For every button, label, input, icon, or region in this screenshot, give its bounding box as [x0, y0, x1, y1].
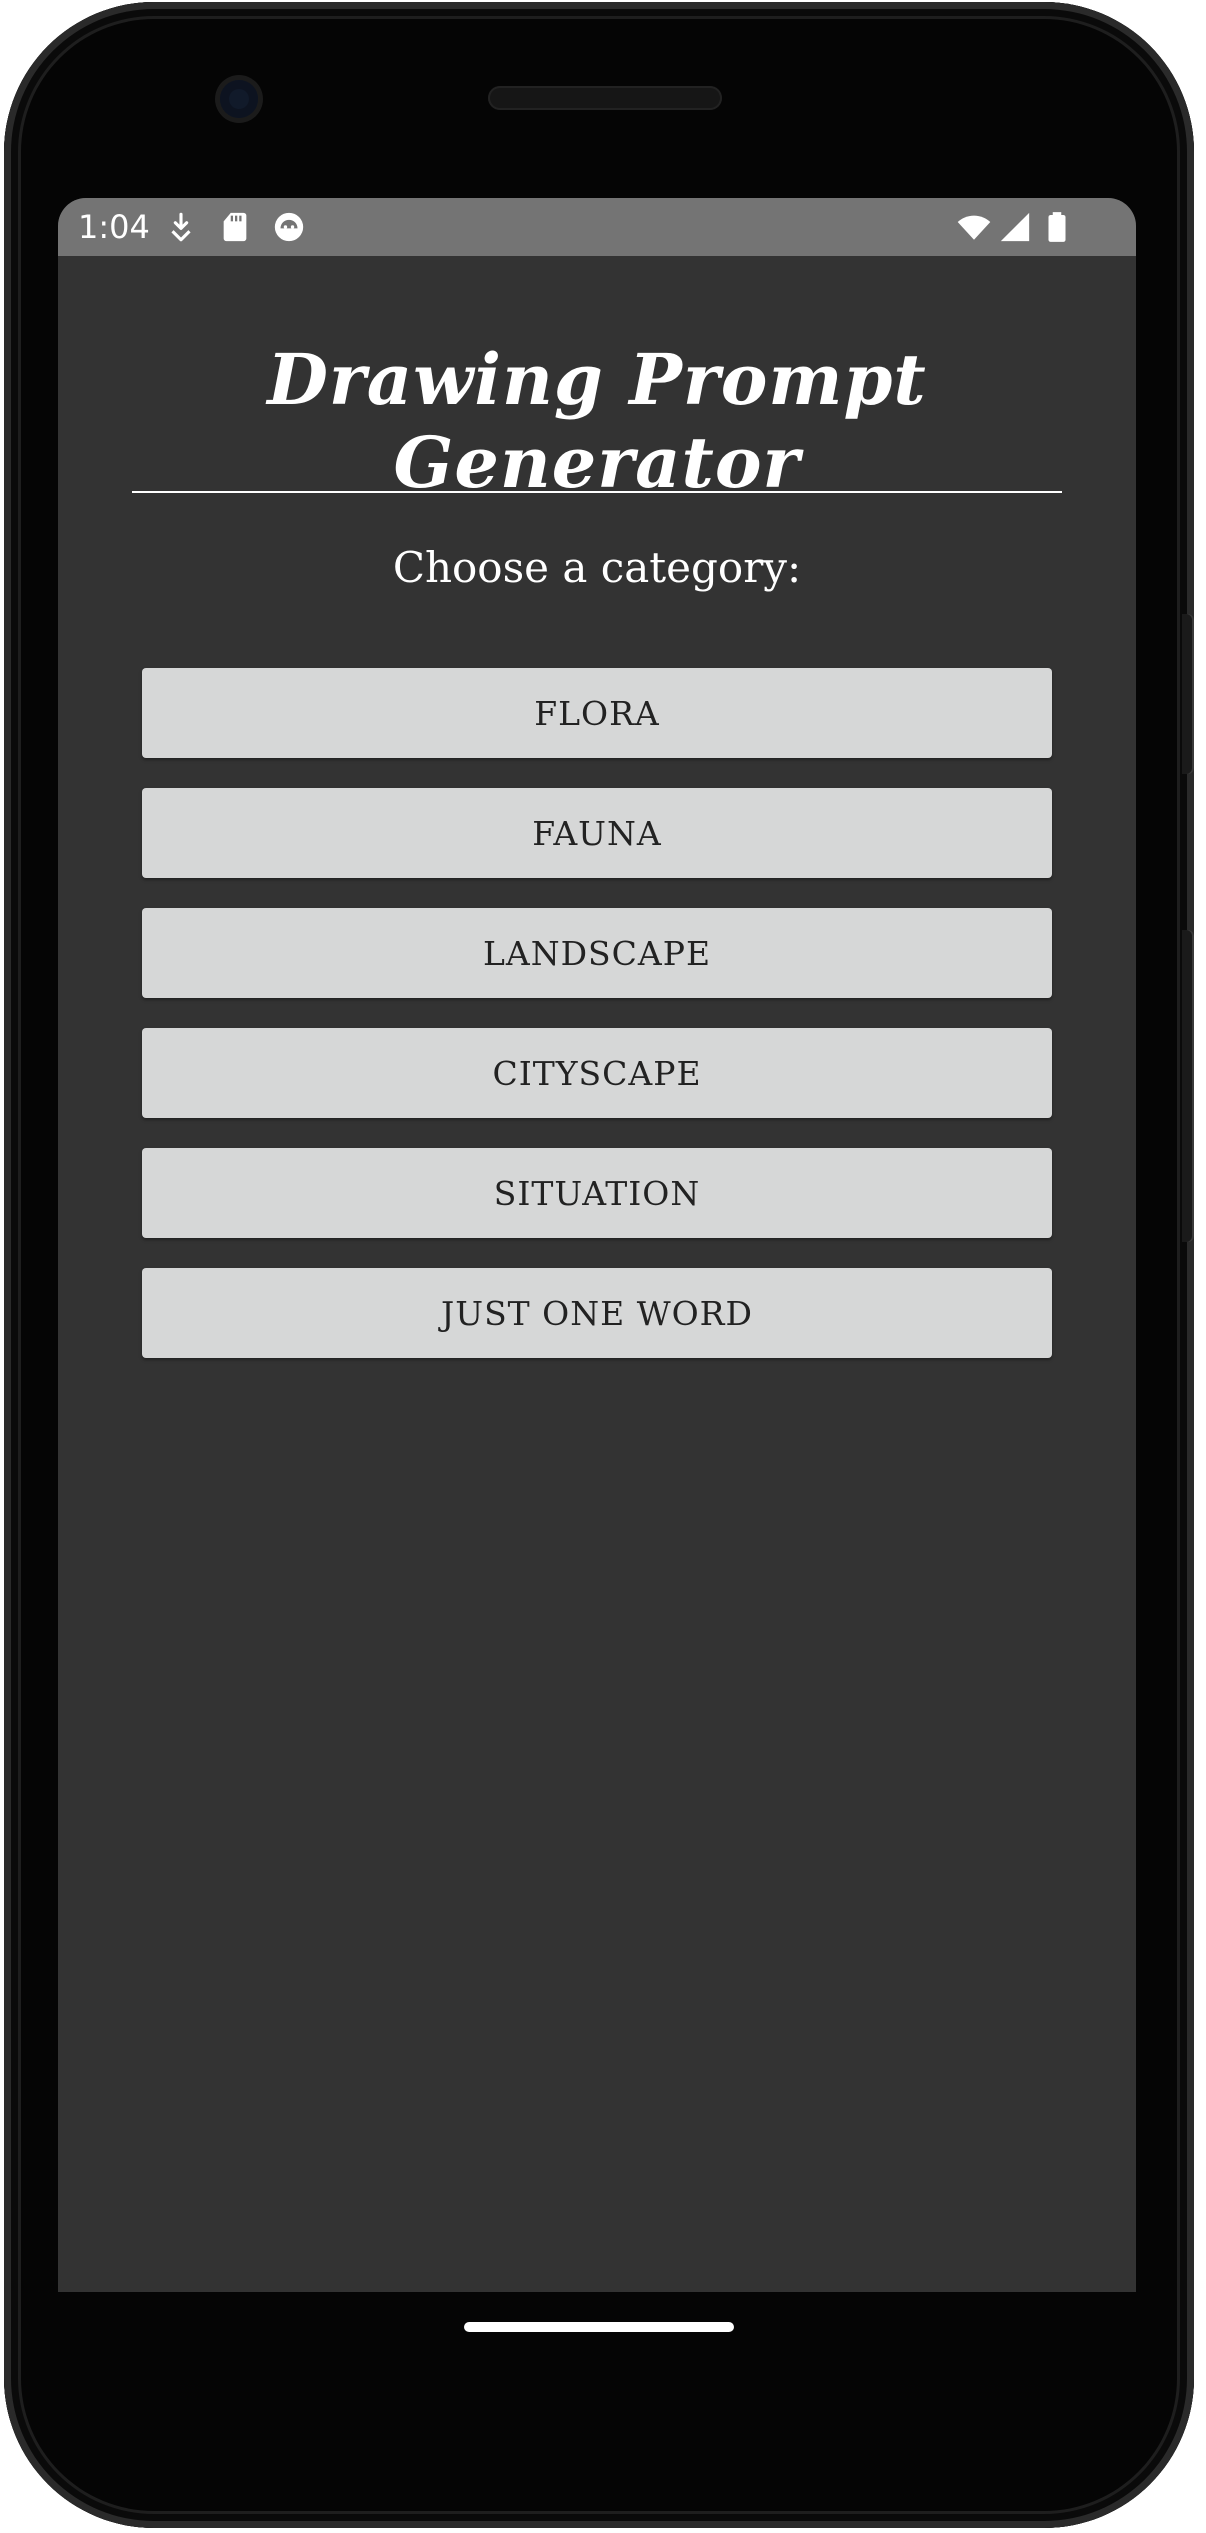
- landscape-button[interactable]: LANDSCAPE: [142, 908, 1052, 998]
- category-list: FLORA FAUNA LANDSCAPE CITYSCAPE SITUATIO…: [142, 668, 1052, 1388]
- power-button[interactable]: [1182, 614, 1194, 774]
- fauna-button[interactable]: FAUNA: [142, 788, 1052, 878]
- volume-button[interactable]: [1182, 930, 1194, 1242]
- app-title: Drawing Prompt Generator: [267, 338, 927, 504]
- status-time: 1:04: [78, 208, 150, 246]
- front-camera: [220, 80, 258, 118]
- app-notification-icon: [272, 210, 306, 244]
- sd-card-icon: [218, 210, 252, 244]
- navigation-bar: [58, 2292, 1136, 2392]
- just-one-word-button[interactable]: JUST ONE WORD: [142, 1268, 1052, 1358]
- category-prompt: Choose a category:: [392, 543, 802, 592]
- earpiece-speaker: [488, 86, 722, 110]
- home-gesture-handle[interactable]: [464, 2322, 734, 2332]
- title-divider: [132, 491, 1062, 493]
- cell-signal-icon: [998, 210, 1032, 244]
- download-icon: [164, 210, 198, 244]
- screen: 1:04 Drawing Prompt Generator Choose a c…: [58, 198, 1136, 2292]
- battery-icon: [1040, 210, 1074, 244]
- status-bar: 1:04: [58, 198, 1136, 256]
- cityscape-button[interactable]: CITYSCAPE: [142, 1028, 1052, 1118]
- wifi-icon: [954, 210, 994, 244]
- situation-button[interactable]: SITUATION: [142, 1148, 1052, 1238]
- flora-button[interactable]: FLORA: [142, 668, 1052, 758]
